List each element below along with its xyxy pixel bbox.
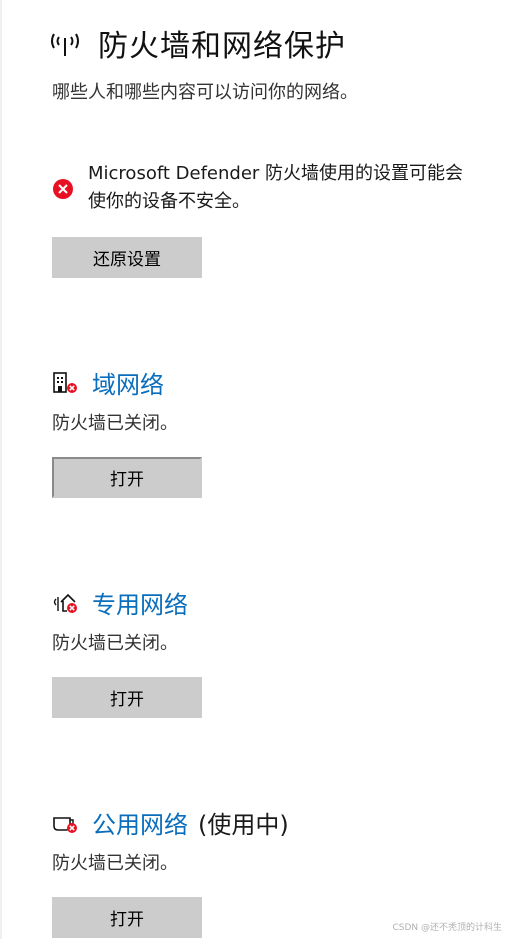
building-error-icon: [53, 372, 77, 393]
domain-turn-on-button[interactable]: 打开: [52, 457, 202, 498]
error-circle-icon: [53, 179, 73, 199]
private-network-row: 专用网络: [52, 585, 188, 619]
public-turn-on-button[interactable]: 打开: [52, 897, 202, 938]
public-network-link[interactable]: 公用网络: [92, 805, 188, 840]
private-network-link[interactable]: 专用网络: [92, 585, 188, 620]
page-title: 防火墙和网络保护: [98, 29, 346, 64]
coffee-cup-error-icon: [53, 817, 77, 833]
private-turn-on-button[interactable]: 打开: [52, 677, 202, 718]
home-error-icon: [53, 593, 77, 613]
domain-network-link[interactable]: 域网络: [92, 365, 164, 400]
public-network-status: 防火墙已关闭。: [52, 853, 178, 874]
watermark: CSDN @还不秃顶的计科生: [392, 923, 502, 933]
page-header: 防火墙和网络保护: [48, 14, 346, 64]
domain-network-row: 域网络: [52, 365, 164, 399]
window-edge: [0, 0, 2, 939]
warning-line-2: 使你的设备不安全。: [88, 191, 250, 212]
restore-settings-button[interactable]: 还原设置: [52, 237, 202, 278]
warning-text: Microsoft Defender 防火墙使用的设置可能会 使你的设备不安全。: [88, 160, 463, 216]
private-network-status: 防火墙已关闭。: [52, 633, 178, 654]
in-use-label: (使用中): [198, 810, 289, 839]
page-subtitle: 哪些人和哪些内容可以访问你的网络。: [52, 82, 358, 103]
domain-network-status: 防火墙已关闭。: [52, 413, 178, 434]
firewall-page: 防火墙和网络保护 哪些人和哪些内容可以访问你的网络。 Microsoft Def…: [0, 0, 508, 939]
public-network-row: 公用网络 (使用中): [52, 805, 289, 839]
wifi-antenna-icon: [51, 33, 79, 56]
warning-line-1: Microsoft Defender 防火墙使用的设置可能会: [88, 163, 464, 184]
security-warning: Microsoft Defender 防火墙使用的设置可能会 使你的设备不安全。: [52, 160, 472, 216]
